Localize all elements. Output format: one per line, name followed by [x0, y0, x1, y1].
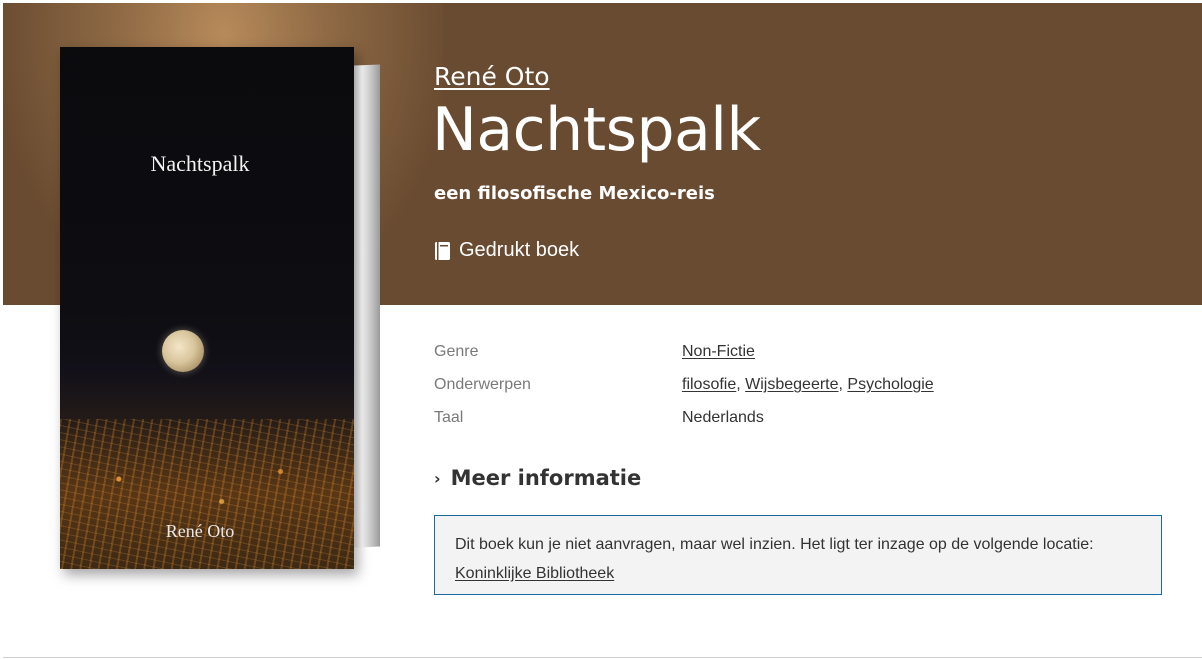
- book-subtitle: een filosofische Mexico-reis: [434, 183, 715, 204]
- book-spine: [354, 64, 380, 548]
- more-info-label: Meer informatie: [450, 466, 642, 490]
- chevron-right-icon: ›: [434, 468, 441, 488]
- city-lights-image: [60, 419, 354, 569]
- language-label: Taal: [434, 409, 464, 426]
- more-info-toggle[interactable]: › Meer informatie: [434, 466, 641, 490]
- genre-value: Non-Fictie: [682, 343, 755, 361]
- subjects-label: Onderwerpen: [434, 376, 531, 393]
- subject-link[interactable]: Psychologie: [847, 376, 933, 393]
- genre-link[interactable]: Non-Fictie: [682, 343, 755, 360]
- location-link[interactable]: Koninklijke Bibliotheek: [455, 565, 614, 582]
- format-label: Gedrukt boek: [459, 239, 580, 261]
- genre-label: Genre: [434, 343, 479, 360]
- book-icon: [435, 241, 450, 260]
- language-value: Nederlands: [682, 409, 764, 426]
- subject-link[interactable]: Wijsbegeerte: [745, 376, 838, 393]
- availability-notice: Dit boek kun je niet aanvragen, maar wel…: [434, 515, 1162, 595]
- format-badge: Gedrukt boek: [434, 239, 579, 262]
- subjects-value: filosofie, Wijsbegeerte, Psychologie: [682, 376, 934, 393]
- subject-link[interactable]: filosofie: [682, 376, 736, 393]
- author-link[interactable]: René Oto: [434, 62, 550, 91]
- book-detail-page: Nachtspalk René Oto René Oto Nachtspalk …: [3, 3, 1202, 658]
- cover-title: Nachtspalk: [150, 151, 250, 176]
- cover-author: René Oto: [165, 521, 235, 541]
- book-title: Nachtspalk: [432, 95, 761, 165]
- book-cover: Nachtspalk René Oto: [60, 47, 380, 569]
- book-cover-front: Nachtspalk René Oto: [60, 47, 354, 569]
- notice-text: Dit boek kun je niet aanvragen, maar wel…: [455, 536, 1094, 553]
- moon-image: [162, 330, 204, 372]
